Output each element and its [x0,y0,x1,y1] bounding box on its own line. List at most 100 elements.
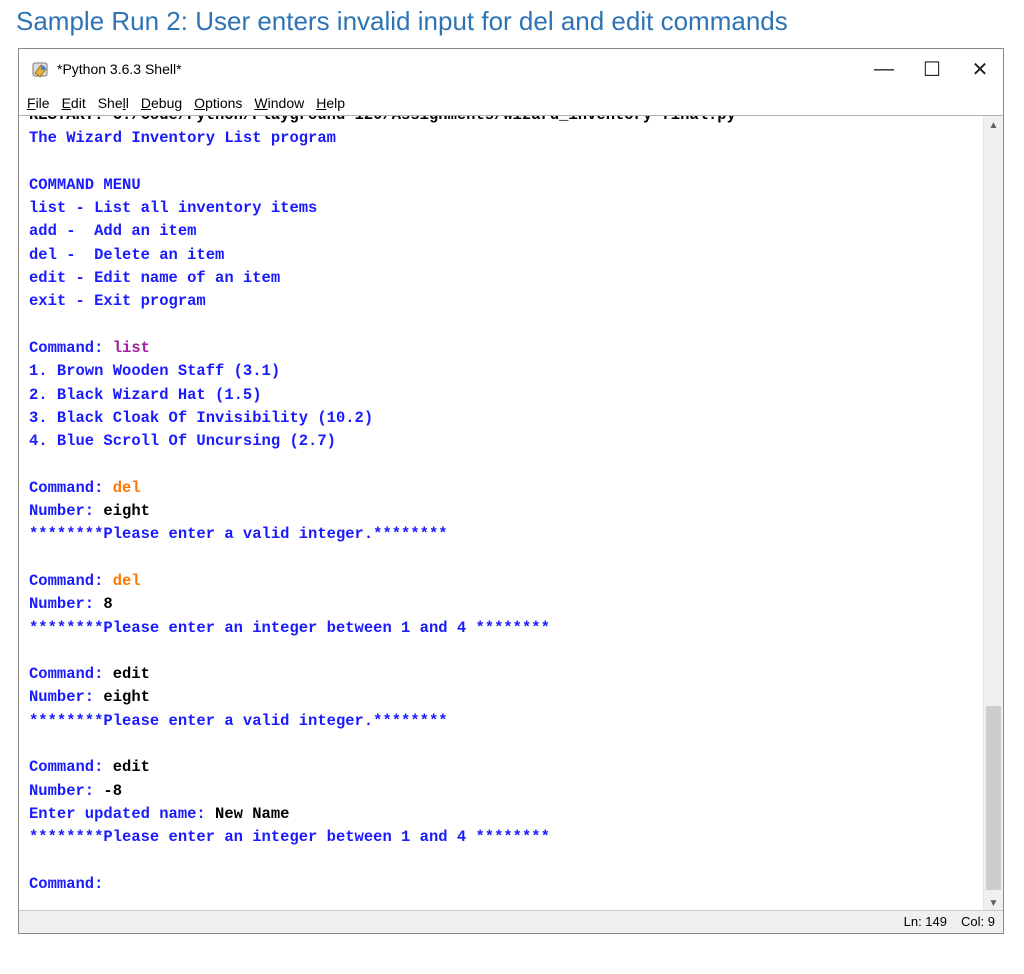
menu-item[interactable]: File [27,95,50,111]
shell-editor[interactable]: RESTART: C:/Code/Python/Playground-120/A… [19,115,1003,912]
shell-text: exit - Exit program [29,292,206,311]
menu-item-mnemonic: F [27,95,36,111]
shell-text: Command: [29,665,113,684]
shell-line: ********Please enter a valid integer.***… [29,523,959,546]
shell-text: COMMAND MENU [29,175,141,194]
title-bar[interactable]: *Python 3.6.3 Shell* — ☐ ✕ [19,49,1003,91]
menu-item[interactable]: Debug [141,95,182,111]
shell-line: Command: edit [29,756,959,779]
shell-line: Number: 8 [29,593,959,616]
shell-text: edit [112,665,150,684]
shell-line: Number: eight [29,686,959,709]
shell-text: -8 [103,781,123,800]
minimize-button[interactable]: — [861,49,907,89]
scroll-up-arrow-icon[interactable]: ▲ [984,116,1003,134]
shell-text: ********Please enter a valid integer.***… [29,711,448,730]
shell-line: list - List all inventory items [29,197,959,220]
vertical-scrollbar[interactable]: ▲ ▼ [983,116,1003,912]
shell-text: Command: [29,758,113,777]
menu-item-mnemonic: H [316,95,327,111]
menu-item[interactable]: Window [254,95,304,111]
menu-item[interactable]: Options [194,95,242,111]
shell-line: 2. Black Wizard Hat (1.5) [29,384,959,407]
shell-text: eight [103,502,150,521]
shell-text: del - Delete an item [29,245,225,264]
shell-line: 1. Brown Wooden Staff (3.1) [29,360,959,383]
shell-line: add - Add an item [29,220,959,243]
shell-text: add - Add an item [29,222,197,241]
shell-text: ********Please enter an integer between … [29,828,550,847]
shell-line: ********Please enter an integer between … [29,617,959,640]
shell-text: edit - Edit name of an item [29,269,281,288]
menu-item-mnemonic: D [140,95,152,111]
menu-item-text: ile [35,95,50,111]
shell-line: Enter updated name: New Name [29,803,959,826]
shell-text: Enter updated name: [29,804,216,823]
shell-line: Number: eight [29,500,959,523]
menu-item-text: l [125,95,129,111]
menu-item-mnemonic: E [61,95,71,111]
shell-text: The Wizard Inventory List program [29,129,336,148]
shell-text: list [112,338,150,357]
menu-item[interactable]: Shell [98,95,129,111]
shell-text: 2. Black Wizard Hat (1.5) [29,385,262,404]
shell-text: Number: [29,595,104,614]
menu-item-mnemonic: O [194,95,206,111]
window-title: *Python 3.6.3 Shell* [57,61,182,77]
menu-item-text: elp [326,95,346,111]
shell-line: The Wizard Inventory List program [29,127,959,150]
page-heading: Sample Run 2: User enters invalid input … [16,6,788,36]
shell-text: 1. Brown Wooden Staff (3.1) [29,362,281,381]
menu-item-mnemonic: W [254,95,268,111]
status-bar: Ln: 149 Col: 9 [19,910,1003,933]
shell-line: del - Delete an item [29,244,959,267]
menu-bar: File Edit Shell Debug Options Window Help [19,91,1003,115]
shell-line: ********Please enter an integer between … [29,826,959,849]
shell-text: del [112,571,141,590]
shell-line: Command: del [29,477,959,500]
menu-item-text: dit [70,95,86,111]
shell-text: 8 [103,595,113,614]
shell-line: 4. Blue Scroll Of Uncursing (2.7) [29,430,959,453]
shell-line: Command: [29,873,959,896]
menu-item[interactable]: Edit [62,95,86,111]
shell-text: ********Please enter a valid integer.***… [29,525,448,544]
shell-line: Command: list [29,337,959,360]
shell-text: Number: [29,688,104,707]
shell-text: Number: [29,502,104,521]
shell-text: RESTART: C:/Code/Python/Playground-120/A… [29,115,736,124]
menu-item-text: She [97,95,123,111]
shell-text: eight [103,688,150,707]
scroll-thumb[interactable] [986,706,1001,890]
shell-line: ********Please enter a valid integer.***… [29,710,959,733]
shell-text: edit [112,758,150,777]
menu-item-text: ebug [151,95,183,111]
menu-item-text: indow [267,95,305,111]
shell-line: COMMAND MENU [29,174,959,197]
status-column-number: Col: 9 [961,914,995,929]
close-button[interactable]: ✕ [957,49,1003,89]
idle-shell-window: *Python 3.6.3 Shell* — ☐ ✕ File Edit Shell… [18,48,1004,934]
menu-item[interactable]: Help [316,95,345,111]
shell-text: Number: [29,781,104,800]
shell-text: Command: [29,571,113,590]
shell-text: Command: [29,478,113,497]
shell-line: RESTART: C:/Code/Python/Playground-120/A… [29,115,959,127]
status-line-number: Ln: 149 [903,914,947,929]
shell-output: RESTART: C:/Code/Python/Playground-120/A… [29,115,959,896]
shell-text: New Name [215,804,290,823]
shell-text: list - List all inventory items [29,199,318,218]
shell-line: edit - Edit name of an item [29,267,959,290]
shell-text: Command: [29,874,113,893]
shell-line: 3. Black Cloak Of Invisibility (10.2) [29,407,959,430]
shell-line: exit - Exit program [29,290,959,313]
shell-line: Command: edit [29,663,959,686]
shell-text: Command: [29,338,113,357]
maximize-button[interactable]: ☐ [909,49,955,89]
